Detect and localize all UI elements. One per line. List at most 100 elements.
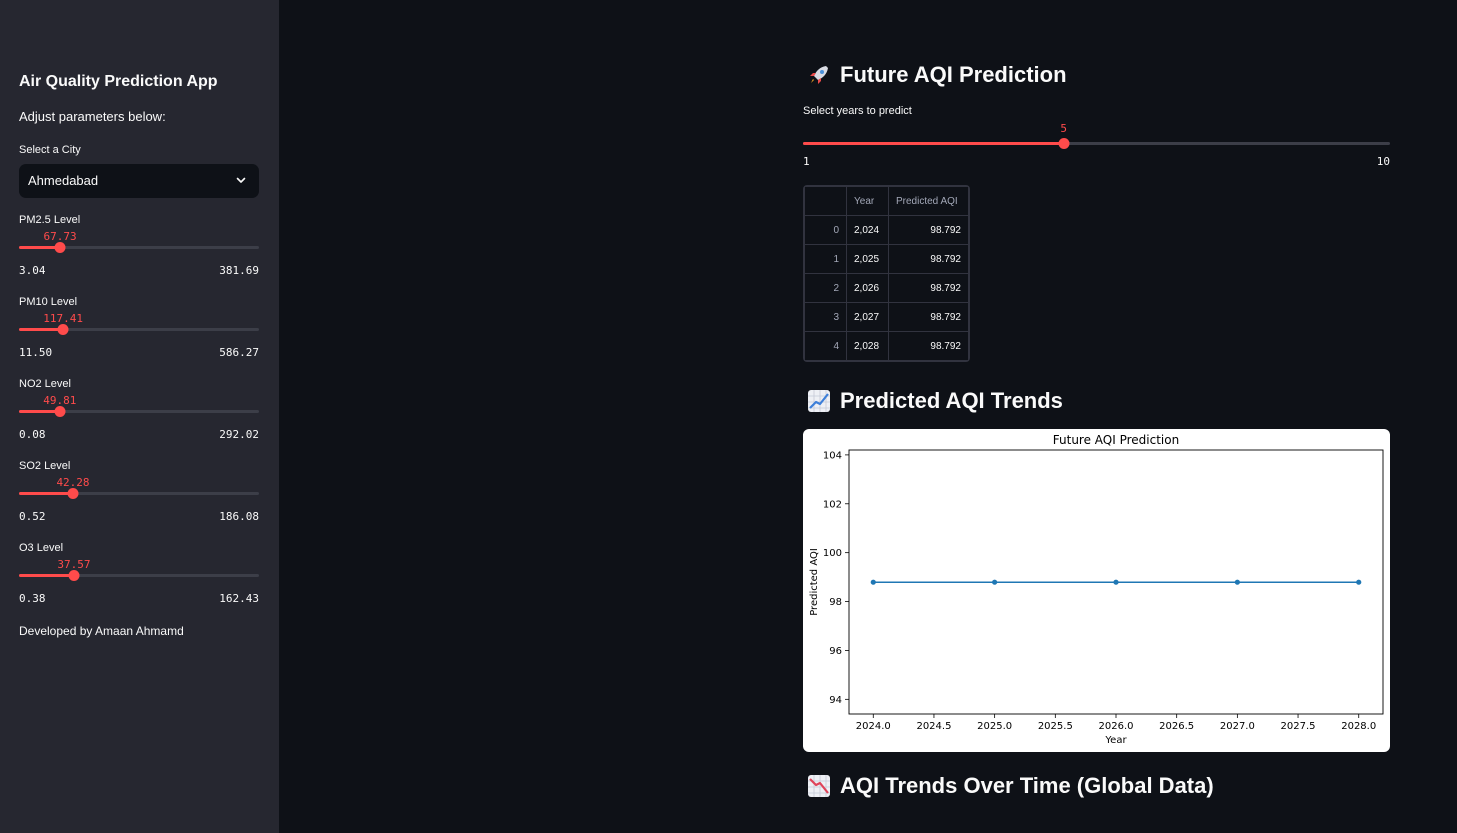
row-aqi: 98.792 xyxy=(888,331,969,361)
x-tick-label: 2026.0 xyxy=(1099,721,1134,732)
index-column-header[interactable] xyxy=(804,186,847,216)
slider-label: O3 Level xyxy=(19,542,64,554)
slider-fill xyxy=(19,328,64,331)
sidebar: Air Quality Prediction App Adjust parame… xyxy=(0,0,279,833)
table-row[interactable]: 0 2,024 98.792 xyxy=(804,215,969,245)
future-aqi-title: Future AQI Prediction xyxy=(840,62,1067,87)
slider-fill xyxy=(19,492,73,495)
slider-min: 0.52 xyxy=(19,510,46,523)
parameter-slider[interactable]: 67.73 3.04 381.69 xyxy=(19,230,259,290)
data-point xyxy=(1234,579,1240,585)
parameter-slider[interactable]: 37.57 0.38 162.43 xyxy=(19,558,259,618)
y-tick-label: 100 xyxy=(823,548,842,559)
slider-thumb[interactable] xyxy=(57,324,69,335)
row-aqi: 98.792 xyxy=(888,244,969,274)
slider-thumb[interactable] xyxy=(54,406,66,417)
data-point xyxy=(1356,579,1362,585)
parameter-slider[interactable]: 49.81 0.08 292.02 xyxy=(19,394,259,454)
row-aqi: 98.792 xyxy=(888,273,969,303)
years-slider-thumb[interactable] xyxy=(1058,138,1070,149)
years-slider-min: 1 xyxy=(803,155,810,168)
years-slider-value: 5 xyxy=(1060,122,1067,135)
parameter-slider[interactable]: 117.41 11.50 586.27 xyxy=(19,312,259,372)
x-tick-label: 2025.0 xyxy=(977,721,1012,732)
y-tick-label: 96 xyxy=(829,646,842,657)
slider-label: SO2 Level xyxy=(19,460,71,472)
y-tick-label: 94 xyxy=(829,695,842,706)
chevron-down-icon xyxy=(236,177,246,183)
year-column-header[interactable]: Year xyxy=(846,186,889,216)
predicted-trends-heading: Predicted AQI Trends xyxy=(806,388,1063,414)
slider-label: PM2.5 Level xyxy=(19,214,81,226)
chart-increasing-icon xyxy=(806,388,832,414)
global-trends-heading: AQI Trends Over Time (Global Data) xyxy=(806,773,1214,799)
sidebar-subtitle: Adjust parameters below: xyxy=(19,109,166,124)
aqi-chart-container: Future AQI Prediction 2024.0 2024.5 2025.0 2… xyxy=(803,429,1390,752)
x-tick-label: 2024.5 xyxy=(916,721,951,732)
x-axis-label: Year xyxy=(1104,735,1127,746)
chart-decreasing-icon xyxy=(806,773,832,799)
slider-label: PM10 Level xyxy=(19,296,78,308)
chart-title: Future AQI Prediction xyxy=(1053,433,1179,447)
developer-credit: Developed by Amaan Ahmamd xyxy=(19,624,184,638)
row-index: 1 xyxy=(804,244,847,274)
row-year: 2,026 xyxy=(846,273,889,303)
city-select[interactable]: Ahmedabad xyxy=(19,164,259,198)
row-year: 2,025 xyxy=(846,244,889,274)
predicted-aqi-column-header[interactable]: Predicted AQI xyxy=(888,186,969,216)
y-tick-label: 102 xyxy=(823,499,842,510)
table-row[interactable]: 4 2,028 98.792 xyxy=(804,331,969,361)
x-tick-label: 2028.0 xyxy=(1341,721,1376,732)
table-row[interactable]: 3 2,027 98.792 xyxy=(804,302,969,332)
global-trends-title: AQI Trends Over Time (Global Data) xyxy=(840,773,1214,798)
data-point xyxy=(870,579,876,585)
prediction-table[interactable]: Year Predicted AQI 0 2,024 98.792 1 2,02… xyxy=(803,185,970,362)
table-header-row: Year Predicted AQI xyxy=(804,186,969,216)
city-select-label: Select a City xyxy=(19,144,81,156)
rocket-icon xyxy=(806,62,832,88)
x-tick-label: 2027.5 xyxy=(1281,721,1316,732)
slider-fill xyxy=(19,574,74,577)
row-aqi: 98.792 xyxy=(888,302,969,332)
years-slider-fill xyxy=(803,142,1064,145)
table-row[interactable]: 1 2,025 98.792 xyxy=(804,244,969,274)
years-slider-max: 10 xyxy=(1376,155,1390,168)
future-aqi-heading: Future AQI Prediction xyxy=(806,62,1067,88)
years-slider-label: Select years to predict xyxy=(803,105,912,117)
slider-min: 0.08 xyxy=(19,428,46,441)
app-title: Air Quality Prediction App xyxy=(19,73,218,90)
x-tick-label: 2027.0 xyxy=(1220,721,1255,732)
years-slider[interactable]: 5 1 10 xyxy=(803,122,1390,172)
slider-thumb[interactable] xyxy=(67,488,79,499)
slider-min: 3.04 xyxy=(19,264,46,277)
row-year: 2,028 xyxy=(846,331,889,361)
row-index: 3 xyxy=(804,302,847,332)
parameter-slider[interactable]: 42.28 0.52 186.08 xyxy=(19,476,259,536)
slider-min: 11.50 xyxy=(19,346,53,359)
predicted-trends-title: Predicted AQI Trends xyxy=(840,388,1063,413)
row-aqi: 98.792 xyxy=(888,215,969,245)
data-point xyxy=(1113,579,1119,585)
row-year: 2,024 xyxy=(846,215,889,245)
slider-max: 292.02 xyxy=(219,428,259,441)
row-index: 4 xyxy=(804,331,847,361)
row-year: 2,027 xyxy=(846,302,889,332)
city-select-value: Ahmedabad xyxy=(28,173,99,188)
slider-max: 162.43 xyxy=(219,592,259,605)
slider-thumb[interactable] xyxy=(54,242,66,253)
slider-label: NO2 Level xyxy=(19,378,71,390)
x-tick-label: 2024.0 xyxy=(856,721,891,732)
slider-max: 186.08 xyxy=(219,510,259,523)
x-tick-label: 2025.5 xyxy=(1038,721,1073,732)
slider-thumb[interactable] xyxy=(68,570,80,581)
slider-min: 0.38 xyxy=(19,592,46,605)
row-index: 2 xyxy=(804,273,847,303)
row-index: 0 xyxy=(804,215,847,245)
aqi-line-chart: Future AQI Prediction 2024.0 2024.5 2025.0 2… xyxy=(809,433,1384,746)
y-axis-label: Predicted AQI xyxy=(809,548,820,616)
data-point xyxy=(992,579,998,585)
table-row[interactable]: 2 2,026 98.792 xyxy=(804,273,969,303)
slider-max: 381.69 xyxy=(219,264,259,277)
slider-max: 586.27 xyxy=(219,346,259,359)
y-tick-label: 98 xyxy=(829,597,842,608)
